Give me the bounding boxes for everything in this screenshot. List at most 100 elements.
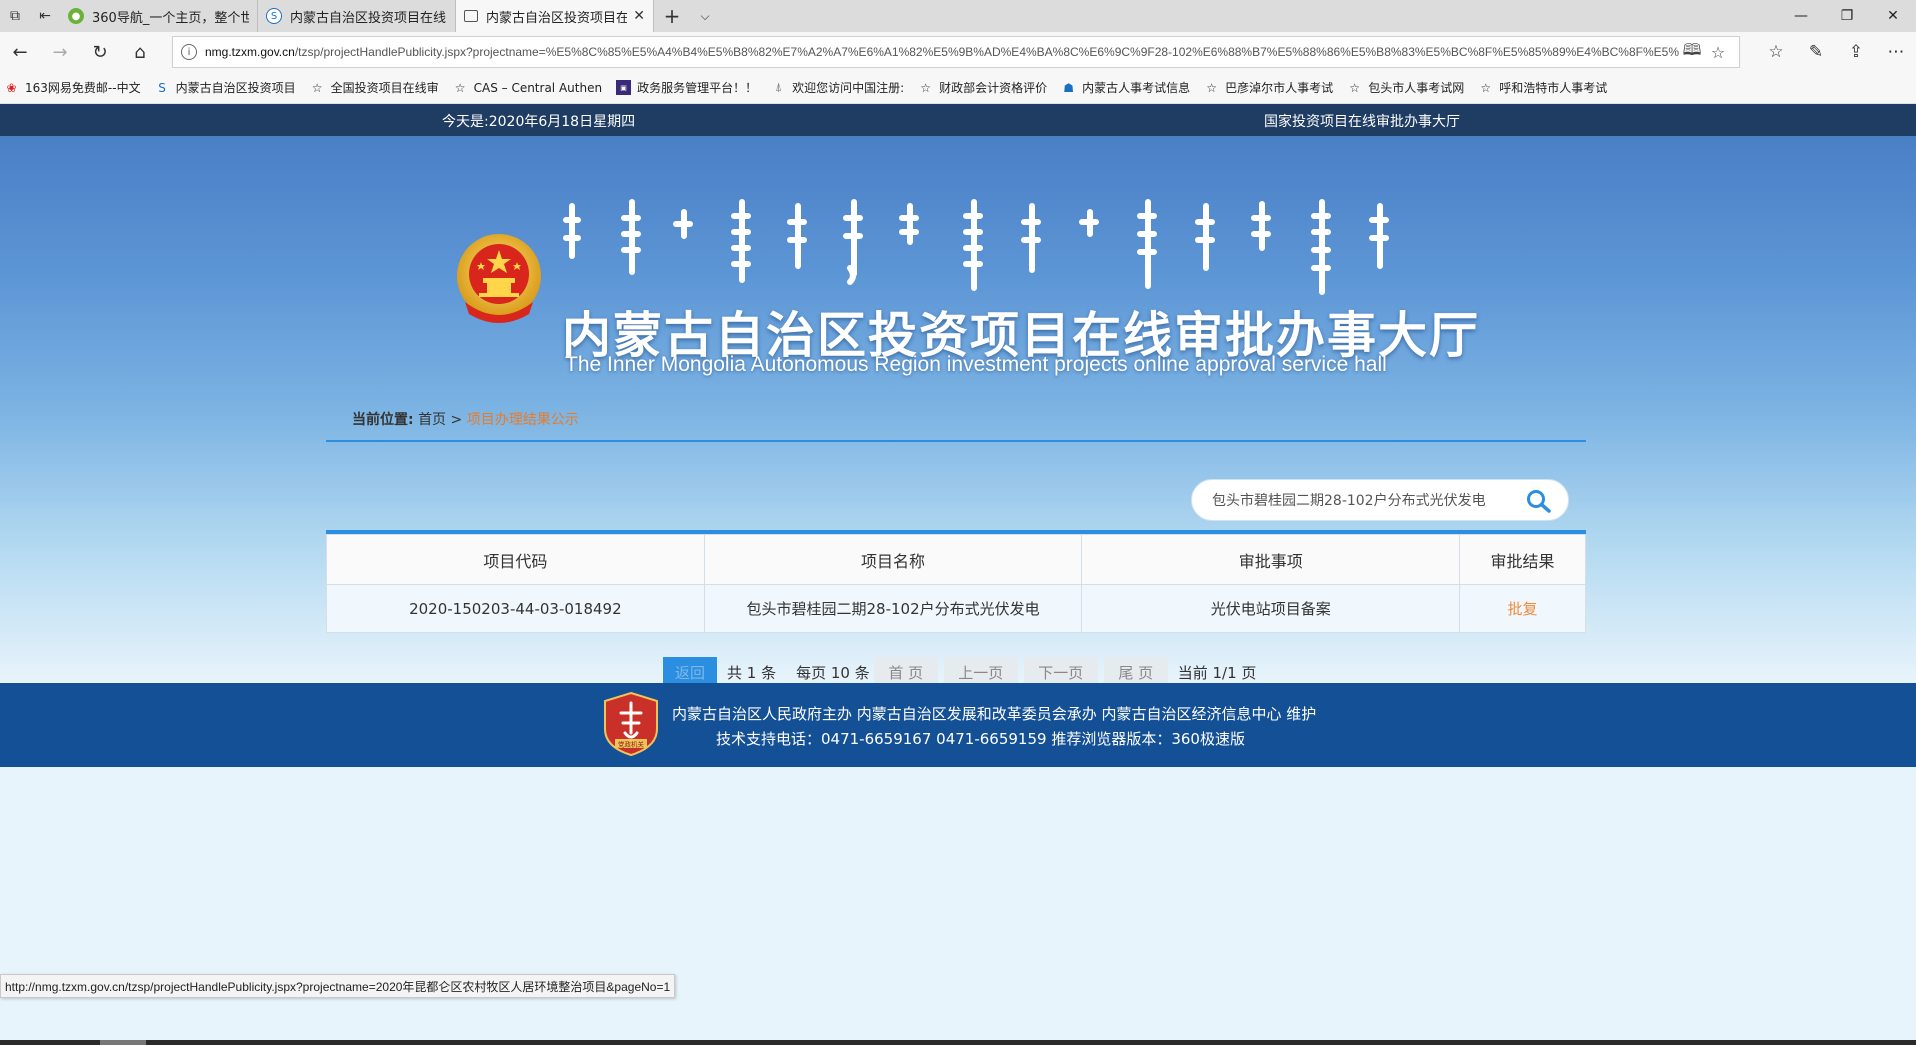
tab-label: 内蒙古自治区投资项目在线 bbox=[290, 10, 447, 26]
taskbar-edge bbox=[0, 1040, 1916, 1045]
home-icon[interactable]: ⌂ bbox=[120, 32, 160, 72]
top-info-bar: 今天是:2020年6月18日星期四 国家投资项目在线审批办事大厅 bbox=[0, 104, 1916, 136]
footer-support-line: 技术支持电话：0471-6659167 0471-6659159 推荐浏览器版本… bbox=[716, 730, 1245, 748]
favorite-label: 政务服务管理平台！！ bbox=[637, 81, 758, 95]
star-icon: ☆ bbox=[1206, 80, 1218, 95]
set-aside-tabs-icon[interactable]: ⇤ bbox=[30, 0, 60, 32]
cell-approval-item: 光伏电站项目备案 bbox=[1081, 584, 1461, 633]
star-icon: ☆ bbox=[311, 80, 323, 95]
favorite-bayannur[interactable]: ☆ 巴彦淖尔市人事考试 bbox=[1204, 79, 1333, 96]
page-icon bbox=[464, 10, 478, 22]
restore-icon[interactable]: ❐ bbox=[1824, 0, 1870, 32]
share-icon[interactable]: ⇪ bbox=[1836, 32, 1876, 72]
table-header-row: 项目代码 项目名称 审批事项 审批结果 bbox=[326, 534, 1586, 585]
per-page-count: 每页 10 条 bbox=[796, 664, 870, 682]
back-icon[interactable]: ← bbox=[0, 32, 40, 72]
url-host: nmg.tzxm.gov.cn bbox=[205, 45, 295, 59]
minimize-icon[interactable]: — bbox=[1778, 0, 1824, 32]
favorite-label: 呼和浩特市人事考试 bbox=[1499, 81, 1608, 95]
pen-icon[interactable]: ✎ bbox=[1796, 32, 1836, 72]
search-icon[interactable] bbox=[1526, 489, 1552, 513]
cell-approval-result: 批复 bbox=[1459, 584, 1586, 633]
favorite-cn-register[interactable]: ⍋ 欢迎您访问中国注册: bbox=[771, 79, 904, 96]
breadcrumb-divider bbox=[326, 440, 1586, 442]
url-text[interactable]: nmg.tzxm.gov.cn/tzsp/projectHandlePublic… bbox=[205, 45, 1679, 59]
mongolian-script-title bbox=[563, 199, 1389, 295]
cell-project-name: 包头市碧桂园二期28-102户分布式光伏发电 bbox=[703, 584, 1083, 633]
favorite-baotou[interactable]: ☆ 包头市人事考试网 bbox=[1347, 79, 1464, 96]
header-approval-result: 审批结果 bbox=[1459, 534, 1586, 585]
new-tab-icon[interactable]: + bbox=[654, 0, 690, 32]
results-table-wrapper: 项目代码 项目名称 审批事项 审批结果 2020-150203-44-03-01… bbox=[326, 530, 1586, 633]
web-page: 今天是:2020年6月18日星期四 国家投资项目在线审批办事大厅 内蒙古自治区投… bbox=[0, 104, 1916, 1045]
refresh-icon[interactable]: ↻ bbox=[80, 32, 120, 72]
breadcrumb-separator: > bbox=[450, 412, 463, 428]
favorite-label: CAS – Central Authen bbox=[473, 80, 603, 95]
site-logo-icon: S bbox=[266, 8, 282, 24]
more-icon[interactable]: ⋯ bbox=[1876, 32, 1916, 72]
close-tab-icon[interactable]: ✕ bbox=[633, 8, 645, 24]
chevron-down-icon[interactable]: ⌵ bbox=[690, 0, 720, 32]
favorite-label: 内蒙古人事考试信息 bbox=[1082, 81, 1191, 95]
results-table: 项目代码 项目名称 审批事项 审批结果 2020-150203-44-03-01… bbox=[326, 534, 1586, 633]
approval-result-link[interactable]: 批复 bbox=[1508, 600, 1538, 618]
favorite-national-investment[interactable]: ☆ 全国投资项目在线审 bbox=[310, 79, 439, 96]
breadcrumb-home-link[interactable]: 首页 bbox=[418, 412, 446, 428]
favorite-gov-service[interactable]: ▣ 政务服务管理平台！！ bbox=[616, 79, 757, 96]
browser-nav-bar: ← → ↻ ⌂ i nmg.tzxm.gov.cn/tzsp/projectHa… bbox=[0, 32, 1916, 72]
close-window-icon[interactable]: ✕ bbox=[1870, 0, 1916, 32]
favorite-label: 163网易免费邮--中文 bbox=[25, 81, 141, 95]
favorites-bar: ❀ 163网易免费邮--中文 S 内蒙古自治区投资项目 ☆ 全国投资项目在线审 ☆ CA… bbox=[0, 72, 1916, 104]
party-gov-badge-icon[interactable]: 党政机关 bbox=[603, 691, 659, 757]
taskbar-segment bbox=[100, 1040, 146, 1045]
national-emblem-icon bbox=[457, 234, 541, 323]
tab-360-nav[interactable]: ● 360导航_一个主页，整个世 bbox=[60, 0, 258, 32]
national-hall-link[interactable]: 国家投资项目在线审批办事大厅 bbox=[1264, 111, 1460, 131]
browser-tab-bar: ⧉ ⇤ ● 360导航_一个主页，整个世 S 内蒙古自治区投资项目在线 内蒙古自… bbox=[0, 0, 1916, 32]
tab-actions-icon[interactable]: ⧉ bbox=[0, 0, 30, 32]
favorite-163-mail[interactable]: ❀ 163网易免费邮--中文 bbox=[4, 79, 141, 96]
star-icon: ☆ bbox=[454, 80, 466, 95]
address-bar[interactable]: i nmg.tzxm.gov.cn/tzsp/projectHandlePubl… bbox=[172, 36, 1740, 68]
favorite-label: 欢迎您访问中国注册: bbox=[792, 81, 905, 95]
personnel-logo-icon: ☗ bbox=[1063, 80, 1075, 95]
favorite-mof-accounting[interactable]: ☆ 财政部会计资格评价 bbox=[918, 79, 1047, 96]
link-status-tooltip: http://nmg.tzxm.gov.cn/tzsp/projectHandl… bbox=[0, 974, 676, 998]
register-logo-icon: ⍋ bbox=[774, 80, 783, 94]
tab-label: 内蒙古自治区投资项目在 bbox=[486, 10, 628, 26]
360-logo-icon: ● bbox=[68, 8, 84, 24]
site-header: 内蒙古自治区投资项目在线审批办事大厅 The Inner Mongolia Au… bbox=[0, 136, 1916, 688]
star-icon: ☆ bbox=[1349, 80, 1361, 95]
star-icon: ☆ bbox=[920, 80, 932, 95]
breadcrumb-current[interactable]: 项目办理结果公示 bbox=[467, 412, 579, 428]
tab-nmg-investment-active[interactable]: 内蒙古自治区投资项目在 ✕ bbox=[456, 0, 654, 32]
favorite-star-icon[interactable]: ☆ bbox=[1705, 43, 1731, 62]
info-icon[interactable]: i bbox=[181, 44, 197, 60]
header-approval-item: 审批事项 bbox=[1081, 534, 1461, 585]
163-logo-icon: ❀ bbox=[6, 80, 17, 95]
favorite-nmg-personnel[interactable]: ☗ 内蒙古人事考试信息 bbox=[1061, 79, 1190, 96]
favorite-nmg-investment[interactable]: S 内蒙古自治区投资项目 bbox=[155, 79, 295, 96]
forward-icon[interactable]: → bbox=[40, 32, 80, 72]
today-date: 今天是:2020年6月18日星期四 bbox=[442, 114, 636, 130]
badge-text: 党政机关 bbox=[618, 740, 645, 749]
favorite-cas[interactable]: ☆ CAS – Central Authen bbox=[453, 80, 602, 95]
site-logo-icon: S bbox=[158, 80, 166, 95]
favorite-label: 包头市人事考试网 bbox=[1368, 81, 1465, 95]
url-path: /tzsp/projectHandlePublicity.jspx?projec… bbox=[294, 45, 1679, 59]
favorite-label: 巴彦淖尔市人事考试 bbox=[1225, 81, 1334, 95]
table-row: 2020-150203-44-03-018492 包头市碧桂园二期28-102户… bbox=[326, 584, 1586, 633]
breadcrumb: 当前位置: 首页 > 项目办理结果公示 bbox=[352, 409, 579, 429]
tab-nmg-investment-1[interactable]: S 内蒙古自治区投资项目在线 bbox=[258, 0, 456, 32]
star-icon: ☆ bbox=[1480, 80, 1492, 95]
header-project-name: 项目名称 bbox=[703, 534, 1083, 585]
favorite-label: 全国投资项目在线审 bbox=[330, 81, 439, 95]
cell-project-code: 2020-150203-44-03-018492 bbox=[326, 584, 705, 633]
favorite-hohhot[interactable]: ☆ 呼和浩特市人事考试 bbox=[1478, 79, 1607, 96]
reading-view-icon[interactable]: 🕮 bbox=[1679, 39, 1705, 66]
search-input[interactable] bbox=[1212, 490, 1512, 510]
search-box bbox=[1191, 479, 1569, 521]
site-footer: 党政机关 内蒙古自治区人民政府主办 内蒙古自治区发展和改革委员会承办 内蒙古自治… bbox=[0, 683, 1916, 767]
favorites-list-icon[interactable]: ☆ bbox=[1756, 32, 1796, 72]
footer-sponsor-line: 内蒙古自治区人民政府主办 内蒙古自治区发展和改革委员会承办 内蒙古自治区经济信息… bbox=[672, 705, 1317, 723]
